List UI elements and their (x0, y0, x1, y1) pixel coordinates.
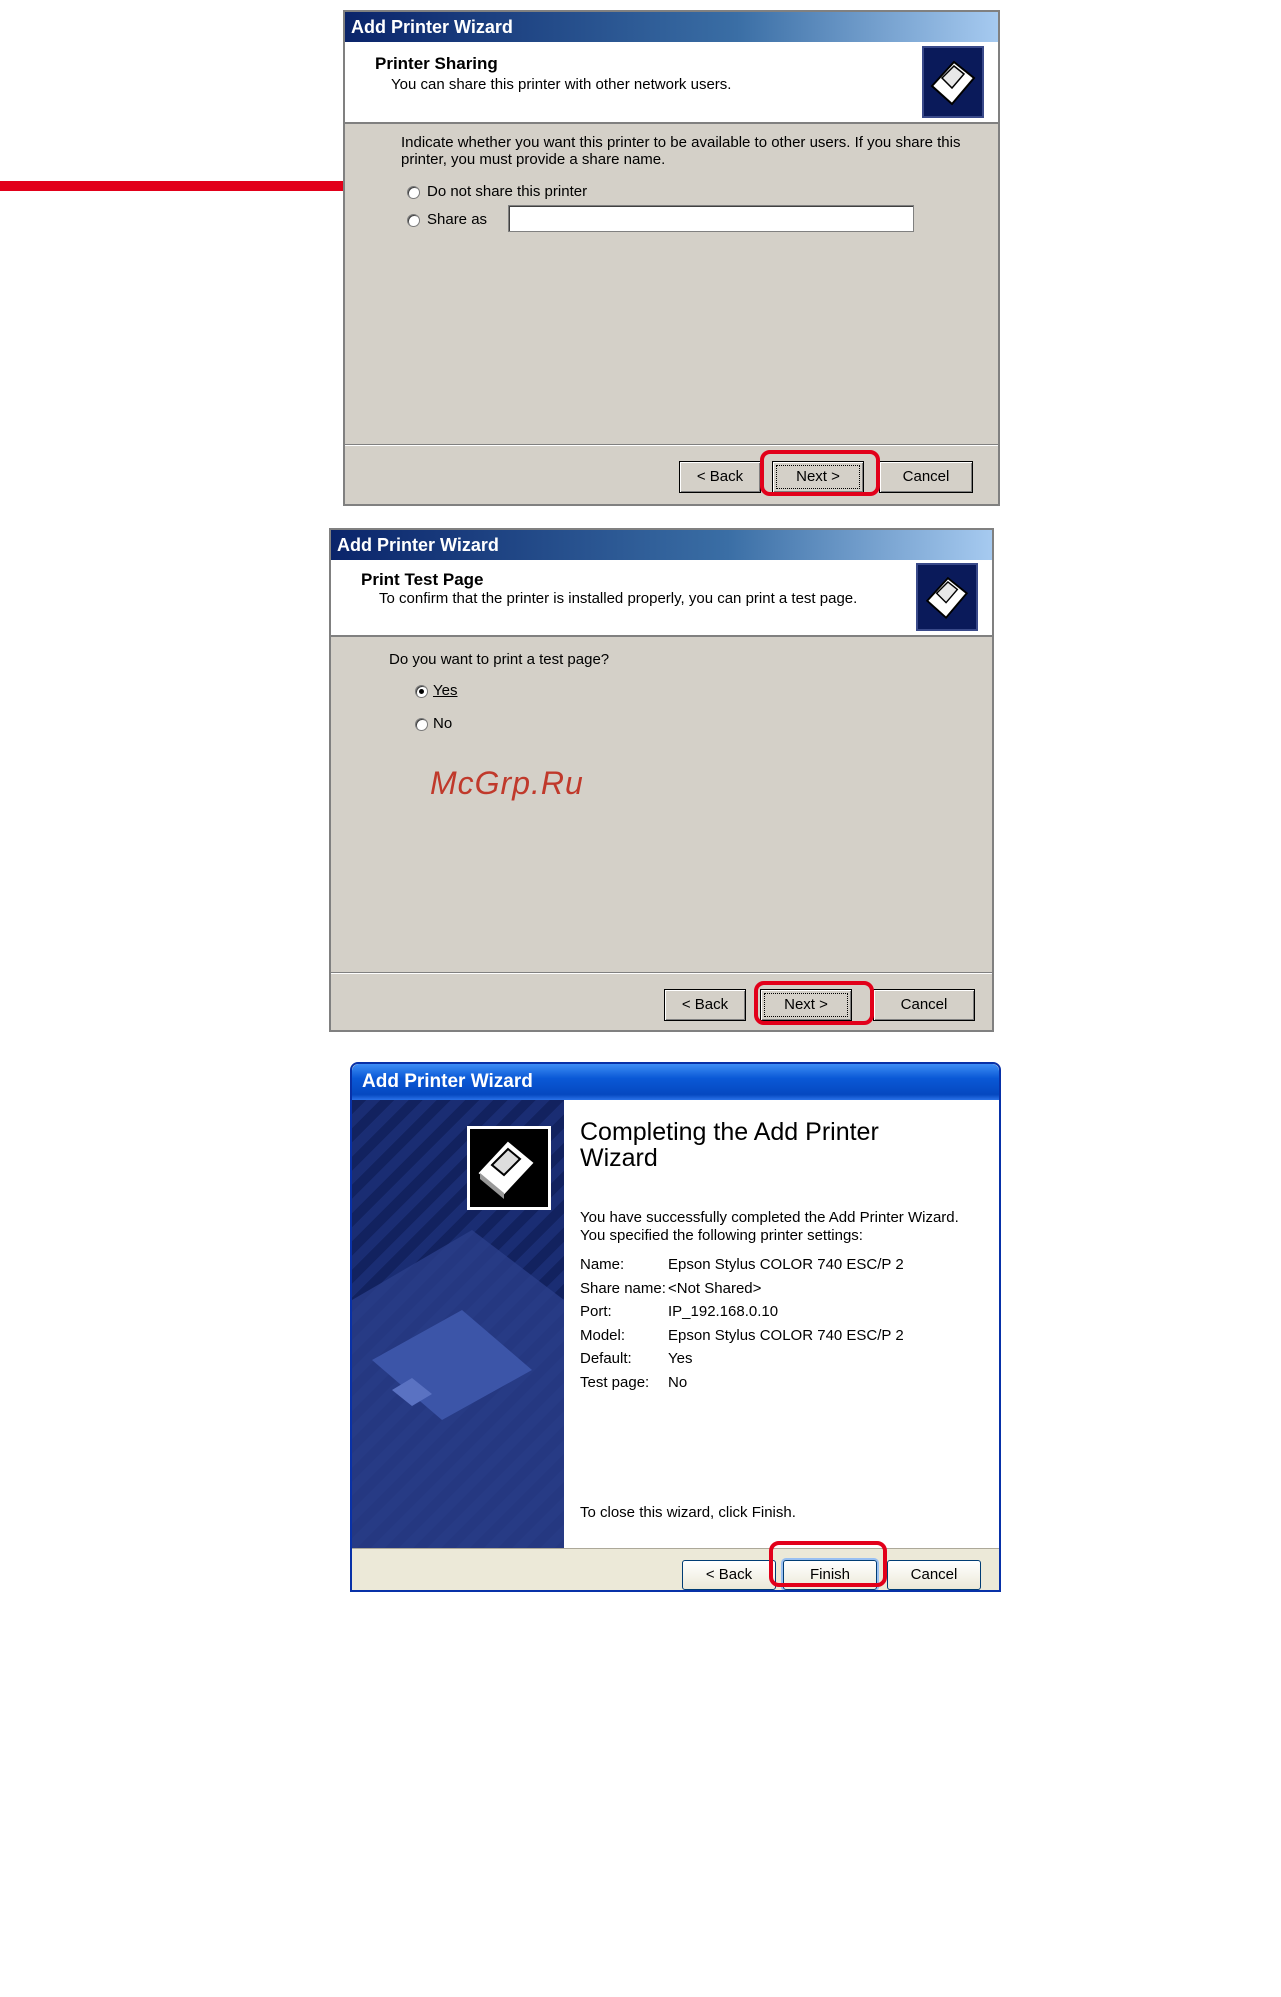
completing-wizard-dialog: Add Printer Wizard Completing the Add Pr… (350, 1062, 1001, 1592)
settings-value: Epson Stylus COLOR 740 ESC/P 2 (668, 1327, 904, 1344)
share-as-label[interactable]: Share as (427, 211, 487, 228)
printer-icon (922, 46, 984, 118)
settings-label: Name: (580, 1256, 625, 1273)
cancel-button[interactable]: Cancel (887, 1560, 981, 1590)
title-bar: Add Printer Wizard (345, 12, 998, 42)
settings-value: <Not Shared> (668, 1280, 762, 1297)
back-button[interactable]: < Back (664, 989, 746, 1021)
header-subtitle: You can share this printer with other ne… (391, 76, 732, 93)
settings-value: No (668, 1374, 688, 1391)
next-highlight (760, 450, 880, 496)
printer-icon (916, 563, 978, 631)
close-hint: To close this wizard, click Finish. (580, 1504, 796, 1521)
settings-label: Model: (580, 1327, 626, 1344)
yes-radio[interactable] (415, 685, 428, 698)
cancel-button[interactable]: Cancel (873, 989, 975, 1021)
settings-label: Share name: (580, 1280, 666, 1297)
next-highlight (754, 981, 874, 1025)
cancel-button[interactable]: Cancel (879, 461, 973, 493)
instruction-line-1: Indicate whether you want this printer t… (401, 134, 961, 151)
title-bar: Add Printer Wizard (331, 530, 992, 560)
wizard-header: Printer Sharing You can share this print… (345, 42, 998, 124)
printer-sharing-dialog: Add Printer Wizard Printer Sharing You c… (343, 10, 1000, 506)
settings-value: IP_192.168.0.10 (668, 1303, 779, 1320)
finish-highlight (769, 1541, 887, 1587)
share-as-radio[interactable] (407, 214, 420, 227)
back-button[interactable]: < Back (679, 461, 761, 493)
header-title: Printer Sharing (375, 54, 498, 73)
wizard-sidebar-art (352, 1100, 564, 1548)
share-name-input[interactable] (508, 205, 914, 232)
settings-label: Default: (580, 1350, 632, 1367)
watermark: McGrp.Ru (430, 765, 584, 801)
settings-value: Epson Stylus COLOR 740 ESC/P 2 (668, 1256, 904, 1273)
yes-label[interactable]: Yes (433, 682, 457, 699)
button-bar: < Back Finish Cancel (352, 1548, 999, 1590)
completion-heading-2: Wizard (580, 1144, 658, 1172)
header-subtitle: To confirm that the printer is installed… (379, 590, 858, 607)
settings-label: Port: (580, 1303, 612, 1320)
title-bar: Add Printer Wizard (352, 1064, 999, 1100)
no-share-radio[interactable] (407, 186, 420, 199)
no-label[interactable]: No (433, 715, 452, 732)
settings-label: Test page: (580, 1374, 650, 1391)
completion-desc-1: You have successfully completed the Add … (580, 1209, 959, 1226)
completion-desc-2: You specified the following printer sett… (580, 1227, 863, 1244)
instruction-line-2: printer, you must provide a share name. (401, 151, 666, 168)
back-button[interactable]: < Back (682, 1560, 776, 1590)
wizard-header: Print Test Page To confirm that the prin… (331, 560, 992, 637)
printer-illustration (352, 1230, 564, 1548)
no-share-label[interactable]: Do not share this printer (427, 183, 587, 200)
header-title: Print Test Page (361, 570, 484, 589)
no-radio[interactable] (415, 718, 428, 731)
settings-value: Yes (668, 1350, 693, 1367)
separator (345, 444, 998, 446)
wizard-content: Completing the Add Printer Wizard You ha… (564, 1100, 999, 1548)
completion-heading-1: Completing the Add Printer (580, 1118, 879, 1146)
print-test-page-dialog: Add Printer Wizard Print Test Page To co… (329, 528, 994, 1032)
separator (331, 972, 992, 974)
test-page-question: Do you want to print a test page? (389, 651, 610, 668)
